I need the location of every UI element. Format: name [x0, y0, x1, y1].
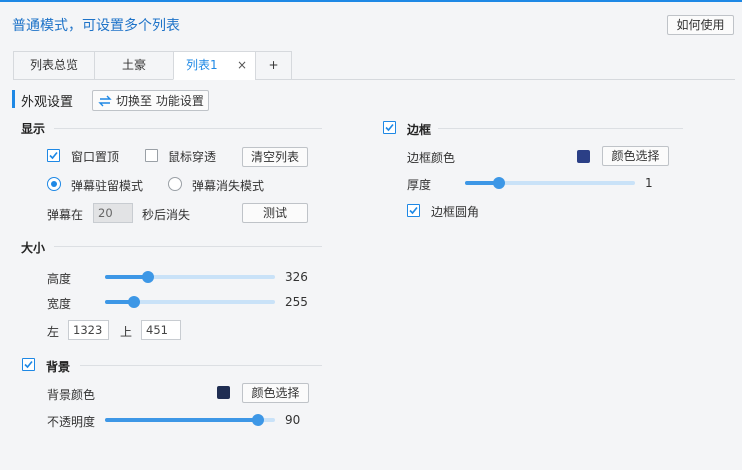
tab-list-overview[interactable]: 列表总览	[13, 51, 94, 80]
mode-stay-label: 弹幕驻留模式	[71, 179, 144, 193]
left-position-input[interactable]: 1323	[68, 320, 109, 340]
opacity-value: 90	[285, 413, 301, 427]
test-button[interactable]: 测试	[242, 203, 308, 223]
mode-fade-radio[interactable]	[168, 177, 182, 191]
switch-button-label: 切换至 功能设置	[116, 93, 204, 108]
size-divider	[54, 246, 322, 247]
add-tab-button[interactable]: +	[255, 51, 292, 80]
top-label: 上	[120, 325, 133, 339]
slider-thumb[interactable]	[493, 177, 505, 189]
border-color-swatch	[577, 150, 590, 163]
width-value: 255	[285, 295, 308, 309]
mode-stay-radio[interactable]	[47, 177, 61, 191]
thickness-slider[interactable]	[465, 177, 635, 189]
height-label: 高度	[47, 272, 72, 286]
check-icon	[385, 123, 394, 132]
background-group-title: 背景	[46, 360, 71, 374]
slider-thumb[interactable]	[141, 271, 154, 283]
height-slider[interactable]	[105, 271, 275, 283]
check-icon	[24, 360, 33, 369]
tab-list-1[interactable]: 列表1 ×	[173, 51, 255, 80]
close-icon[interactable]: ×	[237, 52, 247, 79]
fade-suffix-label: 秒后消失	[142, 208, 191, 222]
width-slider[interactable]	[105, 296, 275, 308]
background-color-swatch	[217, 386, 230, 399]
size-group-title: 大小	[21, 241, 46, 255]
tab-label: 列表总览	[29, 58, 78, 72]
rounded-corner-checkbox[interactable]	[407, 204, 420, 217]
window-top-accent-line	[0, 0, 742, 2]
slider-thumb[interactable]	[252, 414, 264, 426]
display-group-title: 显示	[21, 122, 46, 136]
fade-seconds-input[interactable]: 20	[93, 203, 133, 223]
thickness-value: 1	[645, 176, 653, 190]
fade-prefix-label: 弹幕在	[47, 208, 84, 222]
section-title: 外观设置	[21, 95, 74, 110]
thickness-label: 厚度	[407, 178, 432, 192]
slider-thumb[interactable]	[127, 296, 140, 308]
border-checkbox[interactable]	[383, 121, 396, 134]
rounded-corner-label: 边框圆角	[431, 205, 480, 219]
border-group-title: 边框	[407, 123, 432, 137]
background-divider	[80, 365, 322, 366]
swap-icon	[98, 95, 112, 106]
left-label: 左	[47, 325, 60, 339]
border-divider	[438, 128, 683, 129]
tab-label: 列表1	[186, 58, 218, 72]
help-button[interactable]: 如何使用	[667, 15, 734, 35]
mouse-through-checkbox[interactable]	[145, 149, 158, 162]
background-color-label: 背景颜色	[47, 388, 96, 402]
tab-label: 土豪	[121, 58, 146, 72]
top-position-input[interactable]: 451	[141, 320, 181, 340]
list-tabs: 列表总览 土豪 列表1 × +	[13, 51, 292, 80]
height-value: 326	[285, 270, 308, 284]
switch-to-function-settings-button[interactable]: 切换至 功能设置	[92, 90, 209, 111]
slider-fill	[105, 418, 258, 422]
border-color-pick-button[interactable]: 颜色选择	[602, 146, 669, 166]
background-checkbox[interactable]	[22, 358, 35, 371]
window-top-checkbox[interactable]	[47, 149, 60, 162]
display-divider	[54, 128, 322, 129]
tabs-divider	[292, 79, 735, 80]
width-label: 宽度	[47, 297, 72, 311]
check-icon	[49, 151, 58, 160]
window-top-label: 窗口置顶	[71, 150, 120, 164]
opacity-slider[interactable]	[105, 414, 275, 426]
section-accent-bar	[12, 90, 15, 108]
clear-list-button[interactable]: 清空列表	[242, 147, 308, 167]
tab-tuhao[interactable]: 土豪	[94, 51, 173, 80]
opacity-label: 不透明度	[47, 415, 96, 429]
border-color-label: 边框颜色	[407, 151, 456, 165]
background-color-pick-button[interactable]: 颜色选择	[242, 383, 309, 403]
plus-icon: +	[268, 58, 279, 72]
mouse-through-label: 鼠标穿透	[168, 150, 217, 164]
page-title: 普通模式，可设置多个列表	[12, 18, 180, 34]
mode-fade-label: 弹幕消失模式	[192, 179, 265, 193]
check-icon	[409, 206, 418, 215]
